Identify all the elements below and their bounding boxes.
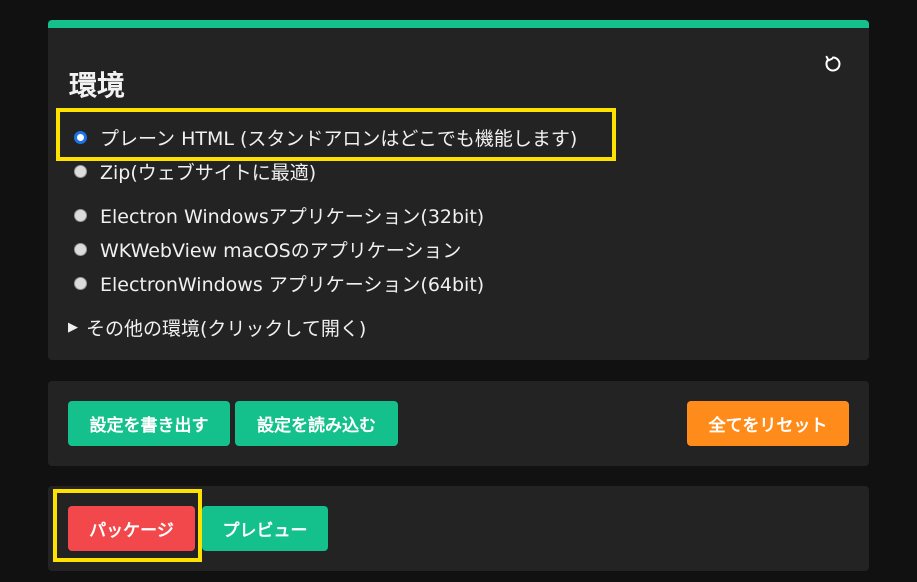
more-environments-label: その他の環境(クリックして開く) <box>86 317 367 340</box>
reset-icon <box>825 55 841 72</box>
option-label: Zip(ウェブサイトに最適) <box>100 161 317 184</box>
environment-option-zip[interactable]: Zip(ウェブサイトに最適) <box>74 158 316 184</box>
packager-page: 環境 プレーン HTML (スタンドアロンはどこでも機能します) Zip(ウェブ… <box>0 0 917 582</box>
reset-all-button[interactable]: 全てをリセット <box>687 401 849 446</box>
environment-option-electron-win64[interactable]: ElectronWindows アプリケーション(64bit) <box>74 270 484 296</box>
radio-button[interactable] <box>74 242 87 256</box>
environment-title: 環境 <box>69 69 126 102</box>
option-label: Electron Windowsアプリケーション(32bit) <box>100 205 485 228</box>
reset-environment-button[interactable] <box>822 53 844 75</box>
radio-button[interactable] <box>74 130 87 144</box>
option-label: ElectronWindows アプリケーション(64bit) <box>100 273 485 296</box>
more-environments-toggle[interactable]: ▶ その他の環境(クリックして開く) <box>68 314 366 340</box>
option-label: プレーン HTML (スタンドアロンはどこでも機能します) <box>100 127 578 150</box>
environment-option-wkwebview-macos[interactable]: WKWebView macOSのアプリケーション <box>74 236 461 262</box>
package-button[interactable]: パッケージ <box>68 506 195 551</box>
disclosure-triangle-icon: ▶ <box>68 319 78 335</box>
radio-button[interactable] <box>74 208 87 222</box>
preview-button[interactable]: プレビュー <box>202 506 328 551</box>
radio-button[interactable] <box>74 276 87 290</box>
environment-panel <box>48 20 869 360</box>
option-label: WKWebView macOSのアプリケーション <box>100 239 462 262</box>
import-settings-button[interactable]: 設定を読み込む <box>235 401 398 446</box>
environment-option-electron-win32[interactable]: Electron Windowsアプリケーション(32bit) <box>74 202 484 228</box>
environment-option-plain-html[interactable]: プレーン HTML (スタンドアロンはどこでも機能します) <box>74 124 577 150</box>
radio-button[interactable] <box>74 164 87 178</box>
export-settings-button[interactable]: 設定を書き出す <box>68 401 230 446</box>
